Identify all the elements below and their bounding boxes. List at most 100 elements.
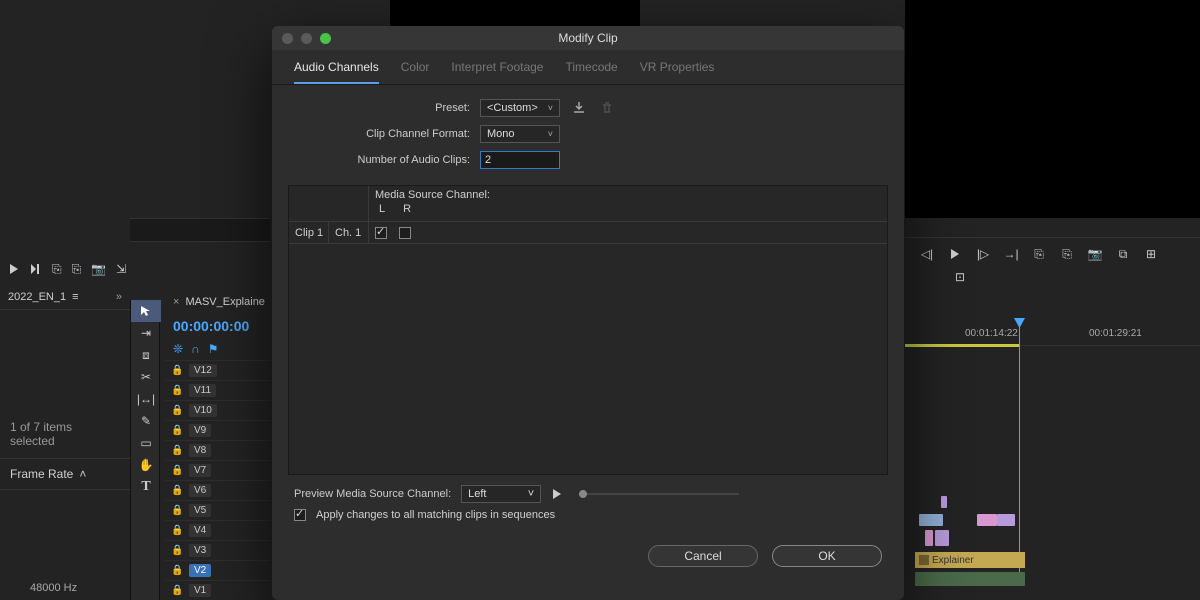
clip-segment[interactable] bbox=[997, 514, 1015, 526]
preview-channel-select[interactable]: Left ˅ bbox=[461, 485, 541, 503]
step-icon[interactable] bbox=[30, 261, 42, 277]
work-area-bar[interactable] bbox=[905, 344, 1020, 347]
audio-channels-form: Preset: <Custom> ˅ Clip Channel Format: … bbox=[272, 85, 904, 185]
time-ruler[interactable]: 00:01:14:22 00:01:29:21 bbox=[905, 324, 1200, 346]
project-tab[interactable]: 2022_EN_1 ≡ » bbox=[0, 285, 130, 310]
track-label: V6 bbox=[189, 484, 211, 497]
lock-icon[interactable]: 🔒 bbox=[171, 525, 181, 536]
clip-segment[interactable] bbox=[935, 530, 949, 546]
play-icon[interactable] bbox=[8, 261, 20, 277]
overwrite-icon[interactable]: ⎘ bbox=[72, 261, 82, 277]
dialog-footer: Preview Media Source Channel: Left ˅ App… bbox=[272, 475, 904, 537]
lock-icon[interactable]: 🔒 bbox=[171, 445, 181, 456]
camera-icon[interactable]: 📷 bbox=[91, 261, 106, 277]
apply-all-checkbox[interactable] bbox=[294, 509, 306, 521]
numclips-input[interactable] bbox=[480, 151, 560, 169]
lock-icon[interactable]: 🔒 bbox=[171, 385, 181, 396]
channel-R-checkbox[interactable] bbox=[399, 227, 411, 239]
pen-tool[interactable]: ✎ bbox=[131, 410, 161, 432]
preview-play-icon[interactable] bbox=[551, 488, 563, 500]
snapshot-icon[interactable]: 📷 bbox=[1087, 246, 1103, 262]
timeline-timecode[interactable]: 00:00:00:00 bbox=[165, 314, 270, 338]
lock-icon[interactable]: 🔒 bbox=[171, 585, 181, 596]
window-minimize-icon[interactable] bbox=[301, 33, 312, 44]
razor-tool[interactable]: ✂ bbox=[131, 366, 161, 388]
lock-icon[interactable]: 🔒 bbox=[171, 565, 181, 576]
step-fwd-icon[interactable]: →| bbox=[1003, 246, 1019, 262]
tab-interpret-footage[interactable]: Interpret Footage bbox=[451, 60, 543, 84]
tab-color[interactable]: Color bbox=[401, 60, 430, 84]
lock-icon[interactable]: 🔒 bbox=[171, 425, 181, 436]
track-header-V8[interactable]: 🔒V8 bbox=[165, 440, 270, 460]
ruler-tick: 00:01:29:21 bbox=[1089, 328, 1142, 339]
project-panel: ⎘ ⎘ 📷 ⇲ 2022_EN_1 ≡ » 1 of 7 items selec… bbox=[0, 215, 130, 600]
insert-icon[interactable]: ⎘ bbox=[52, 261, 62, 277]
playhead[interactable] bbox=[1019, 324, 1020, 574]
slip-tool[interactable]: |↔| bbox=[131, 388, 161, 410]
track-header-V5[interactable]: 🔒V5 bbox=[165, 500, 270, 520]
clip-segment[interactable] bbox=[941, 496, 947, 508]
lock-icon[interactable]: 🔒 bbox=[171, 545, 181, 556]
preview-value: Left bbox=[468, 488, 486, 500]
settings-icon[interactable]: ⊞ bbox=[1143, 246, 1159, 262]
frame-rate-header[interactable]: Frame Rate ˄ bbox=[0, 458, 130, 490]
track-header-V4[interactable]: 🔒V4 bbox=[165, 520, 270, 540]
track-header-V3[interactable]: 🔒 V3 bbox=[165, 540, 270, 560]
track-header-V6[interactable]: 🔒 V6 bbox=[165, 480, 270, 500]
tab-timecode[interactable]: Timecode bbox=[565, 60, 617, 84]
lock-icon[interactable]: 🔒 bbox=[171, 365, 181, 376]
window-maximize-icon[interactable] bbox=[320, 33, 331, 44]
preset-select[interactable]: <Custom> ˅ bbox=[480, 99, 560, 117]
type-tool[interactable]: T bbox=[131, 476, 161, 498]
lock-icon[interactable]: 🔒 bbox=[171, 405, 181, 416]
format-select[interactable]: Mono ˅ bbox=[480, 125, 560, 143]
clip-segment[interactable] bbox=[919, 514, 943, 526]
sample-rate: 48000 Hz bbox=[30, 582, 77, 594]
ripple-tool[interactable]: ⧈ bbox=[131, 344, 161, 366]
window-close-icon[interactable] bbox=[282, 33, 293, 44]
export-icon[interactable]: ⇲ bbox=[116, 261, 126, 277]
rect-tool[interactable]: ▭ bbox=[131, 432, 161, 454]
extract-icon[interactable]: ⎘ bbox=[1059, 246, 1075, 262]
track-header-V7[interactable]: 🔒V7 bbox=[165, 460, 270, 480]
crop-icon[interactable]: ⊡ bbox=[955, 270, 965, 284]
preview-scrubber[interactable] bbox=[579, 493, 739, 495]
snap-icon[interactable]: ❊ bbox=[173, 342, 183, 356]
sort-up-icon: ˄ bbox=[79, 467, 86, 481]
lock-icon[interactable]: 🔒 bbox=[171, 505, 181, 516]
track-header-V12[interactable]: 🔒V12 bbox=[165, 360, 270, 380]
next-frame-icon[interactable]: |▷ bbox=[975, 246, 991, 262]
lift-icon[interactable]: ⎘ bbox=[1031, 246, 1047, 262]
lock-icon[interactable]: 🔒 bbox=[171, 465, 181, 476]
save-preset-icon[interactable] bbox=[570, 99, 588, 117]
marker-icon[interactable]: ⚑ bbox=[208, 342, 219, 356]
timeline-canvas[interactable]: 00:01:14:22 00:01:29:21 Explainer bbox=[905, 324, 1200, 346]
dialog-titlebar[interactable]: Modify Clip bbox=[272, 26, 904, 50]
selection-tool[interactable] bbox=[131, 300, 161, 322]
audio-clip[interactable] bbox=[915, 572, 1025, 586]
link-icon[interactable]: ∩ bbox=[191, 342, 200, 356]
clip-segment[interactable] bbox=[977, 514, 997, 526]
channel-L-checkbox[interactable] bbox=[375, 227, 387, 239]
tab-audio-channels[interactable]: Audio Channels bbox=[294, 60, 379, 84]
lock-icon[interactable]: 🔒 bbox=[171, 485, 181, 496]
clip-segment[interactable] bbox=[925, 530, 933, 546]
track-header-V11[interactable]: 🔒V11 bbox=[165, 380, 270, 400]
track-label: V3 bbox=[189, 544, 211, 557]
track-select-tool[interactable]: ⇥ bbox=[131, 322, 161, 344]
track-header-V2[interactable]: 🔒V2 bbox=[165, 560, 270, 580]
ok-button[interactable]: OK bbox=[772, 545, 882, 567]
overlay-icon[interactable]: ⧉ bbox=[1115, 246, 1131, 262]
track-header-V10[interactable]: 🔒V10 bbox=[165, 400, 270, 420]
cancel-button[interactable]: Cancel bbox=[648, 545, 758, 567]
track-header-V9[interactable]: 🔒V9 bbox=[165, 420, 270, 440]
hand-tool[interactable]: ✋ bbox=[131, 454, 161, 476]
track-header-V1[interactable]: 🔒 V1 bbox=[165, 580, 270, 600]
sequence-tab[interactable]: × MASV_Explaine bbox=[165, 290, 270, 314]
track-label: V1 bbox=[189, 584, 211, 597]
play-icon[interactable] bbox=[947, 246, 963, 262]
panel-overflow-icon[interactable]: » bbox=[116, 291, 122, 303]
tab-vr-properties[interactable]: VR Properties bbox=[640, 60, 715, 84]
prev-frame-icon[interactable]: ◁| bbox=[919, 246, 935, 262]
clip-explainer[interactable]: Explainer bbox=[915, 552, 1025, 568]
